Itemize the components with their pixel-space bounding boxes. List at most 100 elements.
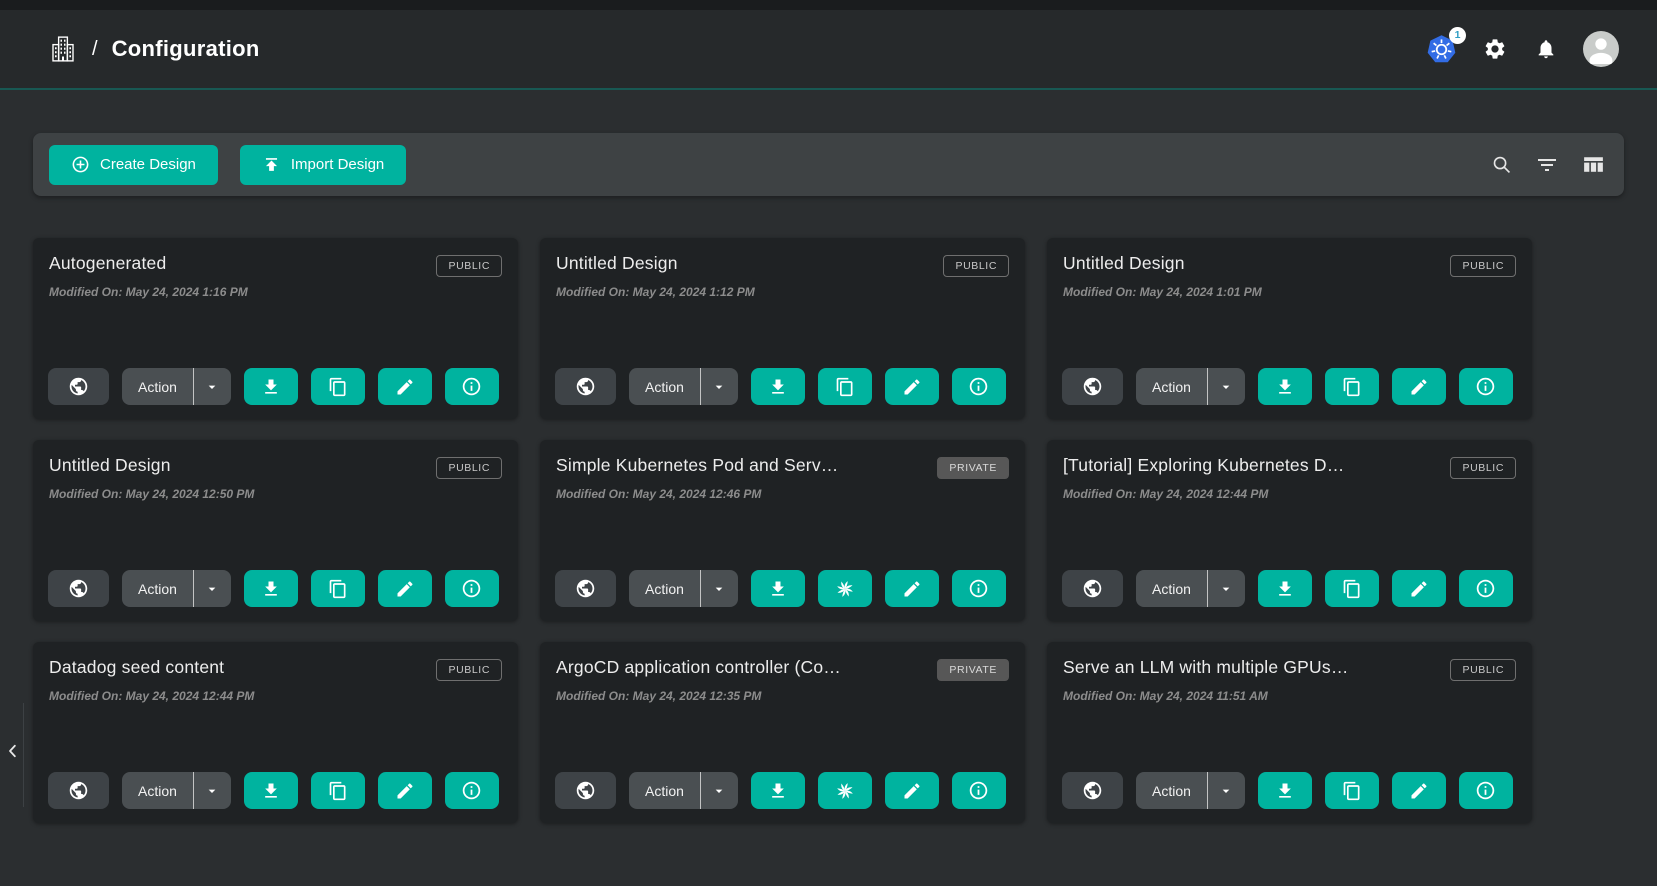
info-button[interactable] bbox=[952, 570, 1006, 607]
action-split-button[interactable]: Action bbox=[122, 368, 231, 405]
info-button[interactable] bbox=[445, 570, 499, 607]
action-label[interactable]: Action bbox=[1136, 772, 1207, 809]
action-split-button[interactable]: Action bbox=[122, 570, 231, 607]
search-icon bbox=[1490, 153, 1513, 176]
action-label[interactable]: Action bbox=[122, 570, 193, 607]
visibility-toggle-button[interactable] bbox=[555, 570, 616, 607]
action-label[interactable]: Action bbox=[629, 772, 700, 809]
clone-button[interactable] bbox=[818, 772, 872, 809]
clone-button[interactable] bbox=[311, 368, 365, 405]
visibility-toggle-button[interactable] bbox=[555, 772, 616, 809]
download-button[interactable] bbox=[1258, 570, 1312, 607]
modified-on-text: Modified On: May 24, 2024 1:12 PM bbox=[556, 285, 1009, 299]
settings-button[interactable] bbox=[1481, 35, 1509, 63]
visibility-badge: PUBLIC bbox=[436, 457, 502, 479]
action-dropdown-toggle[interactable] bbox=[1208, 772, 1245, 809]
split-divider bbox=[700, 570, 701, 607]
visibility-toggle-button[interactable] bbox=[1062, 772, 1123, 809]
action-label[interactable]: Action bbox=[1136, 368, 1207, 405]
action-dropdown-toggle[interactable] bbox=[194, 772, 231, 809]
create-design-button[interactable]: Create Design bbox=[49, 145, 218, 185]
action-dropdown-toggle[interactable] bbox=[701, 570, 738, 607]
action-label[interactable]: Action bbox=[122, 368, 193, 405]
edit-button[interactable] bbox=[885, 570, 939, 607]
info-icon bbox=[461, 376, 482, 397]
modified-on-text: Modified On: May 24, 2024 11:51 AM bbox=[1063, 689, 1516, 703]
action-label[interactable]: Action bbox=[122, 772, 193, 809]
globe-icon bbox=[1082, 376, 1103, 397]
edit-button[interactable] bbox=[1392, 772, 1446, 809]
action-dropdown-toggle[interactable] bbox=[701, 368, 738, 405]
download-button[interactable] bbox=[244, 570, 298, 607]
info-icon bbox=[1475, 780, 1496, 801]
edit-button[interactable] bbox=[1392, 570, 1446, 607]
download-button[interactable] bbox=[1258, 368, 1312, 405]
visibility-toggle-button[interactable] bbox=[1062, 368, 1123, 405]
info-button[interactable] bbox=[952, 368, 1006, 405]
action-label[interactable]: Action bbox=[629, 570, 700, 607]
clone-button[interactable] bbox=[311, 570, 365, 607]
avatar[interactable] bbox=[1583, 31, 1619, 67]
action-label[interactable]: Action bbox=[1136, 570, 1207, 607]
action-dropdown-toggle[interactable] bbox=[194, 368, 231, 405]
visibility-badge: PRIVATE bbox=[937, 457, 1009, 479]
info-button[interactable] bbox=[445, 772, 499, 809]
edit-button[interactable] bbox=[378, 368, 432, 405]
clone-button[interactable] bbox=[1325, 570, 1379, 607]
info-button[interactable] bbox=[1459, 772, 1513, 809]
download-button[interactable] bbox=[1258, 772, 1312, 809]
action-label[interactable]: Action bbox=[629, 368, 700, 405]
building-icon[interactable] bbox=[48, 34, 78, 64]
clone-button[interactable] bbox=[818, 368, 872, 405]
filter-button[interactable] bbox=[1533, 151, 1561, 179]
import-design-button[interactable]: Import Design bbox=[240, 145, 406, 185]
edit-button[interactable] bbox=[1392, 368, 1446, 405]
info-button[interactable] bbox=[1459, 368, 1513, 405]
download-button[interactable] bbox=[751, 772, 805, 809]
info-button[interactable] bbox=[1459, 570, 1513, 607]
notifications-button[interactable] bbox=[1533, 36, 1559, 62]
split-divider bbox=[1207, 368, 1208, 405]
import-design-label: Import Design bbox=[291, 156, 384, 173]
visibility-toggle-button[interactable] bbox=[48, 368, 109, 405]
action-dropdown-toggle[interactable] bbox=[701, 772, 738, 809]
drawer-collapse-button[interactable] bbox=[2, 736, 24, 766]
clone-button[interactable] bbox=[1325, 368, 1379, 405]
edit-button[interactable] bbox=[378, 570, 432, 607]
visibility-toggle-button[interactable] bbox=[1062, 570, 1123, 607]
action-dropdown-toggle[interactable] bbox=[194, 570, 231, 607]
kubernetes-context-button[interactable]: 1 bbox=[1426, 34, 1457, 65]
clone-button[interactable] bbox=[311, 772, 365, 809]
edit-button[interactable] bbox=[885, 772, 939, 809]
info-button[interactable] bbox=[445, 368, 499, 405]
visibility-toggle-button[interactable] bbox=[48, 772, 109, 809]
action-split-button[interactable]: Action bbox=[1136, 368, 1245, 405]
designs-toolbar: Create Design Import Design bbox=[33, 133, 1624, 196]
edit-button[interactable] bbox=[885, 368, 939, 405]
download-button[interactable] bbox=[751, 368, 805, 405]
clone-button[interactable] bbox=[1325, 772, 1379, 809]
info-button[interactable] bbox=[952, 772, 1006, 809]
search-button[interactable] bbox=[1488, 151, 1515, 178]
action-dropdown-toggle[interactable] bbox=[1208, 368, 1245, 405]
action-split-button[interactable]: Action bbox=[1136, 570, 1245, 607]
download-button[interactable] bbox=[751, 570, 805, 607]
chevron-down-icon bbox=[711, 379, 727, 395]
action-split-button[interactable]: Action bbox=[122, 772, 231, 809]
action-split-button[interactable]: Action bbox=[1136, 772, 1245, 809]
edit-button[interactable] bbox=[378, 772, 432, 809]
action-split-button[interactable]: Action bbox=[629, 368, 738, 405]
table-view-button[interactable] bbox=[1579, 150, 1608, 179]
action-dropdown-toggle[interactable] bbox=[1208, 570, 1245, 607]
split-divider bbox=[193, 772, 194, 809]
clone-button[interactable] bbox=[818, 570, 872, 607]
action-split-button[interactable]: Action bbox=[629, 772, 738, 809]
visibility-toggle-button[interactable] bbox=[555, 368, 616, 405]
edit-pencil-icon bbox=[1409, 781, 1429, 801]
action-split-button[interactable]: Action bbox=[629, 570, 738, 607]
visibility-toggle-button[interactable] bbox=[48, 570, 109, 607]
visibility-badge: PRIVATE bbox=[937, 659, 1009, 681]
upload-icon bbox=[262, 155, 281, 174]
download-button[interactable] bbox=[244, 368, 298, 405]
download-button[interactable] bbox=[244, 772, 298, 809]
